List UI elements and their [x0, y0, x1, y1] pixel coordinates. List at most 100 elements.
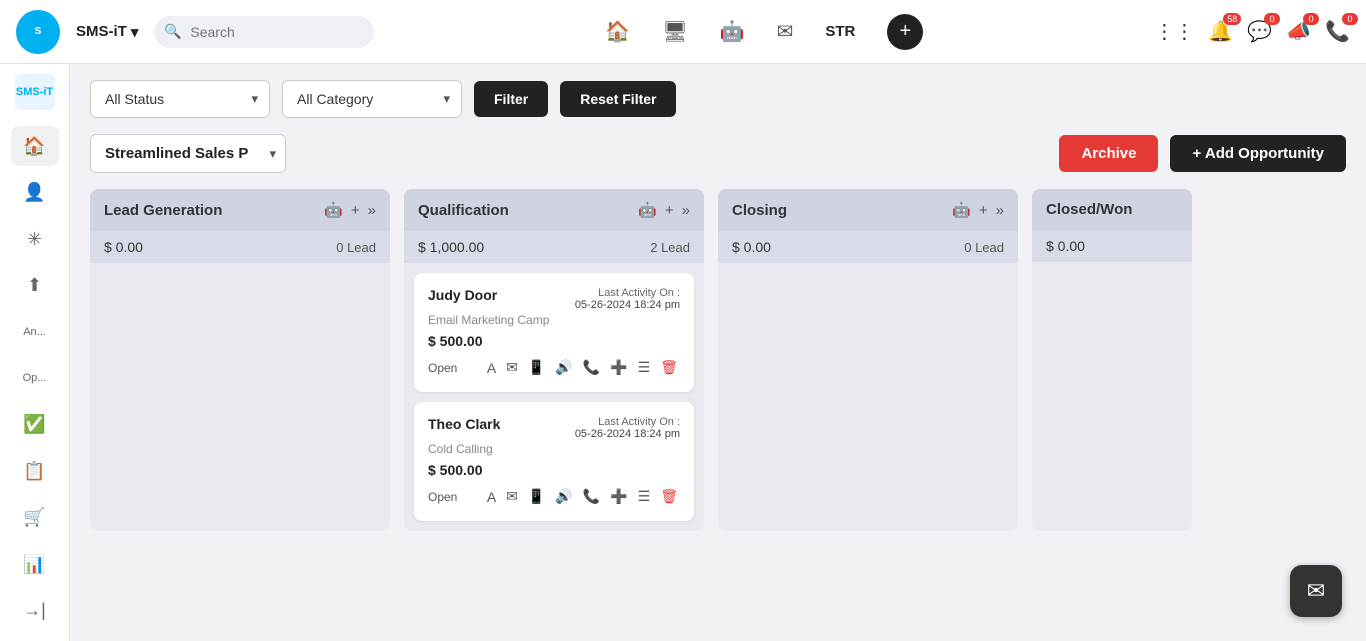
float-chat-button[interactable]: ✉: [1290, 565, 1342, 617]
card-action-sms-judy[interactable]: 📱: [526, 357, 547, 378]
broadcast-button[interactable]: 📣0: [1286, 19, 1311, 44]
card-action-text-judy[interactable]: A: [485, 358, 498, 378]
category-select[interactable]: All Category: [282, 80, 462, 118]
broadcast-badge: 0: [1303, 13, 1319, 25]
col-title-lead-generation: Lead Generation: [104, 202, 316, 219]
card-name-theo: Theo Clark: [428, 416, 500, 432]
column-lead-generation: Lead Generation 🤖 + » $ 0.00 0 Lead: [90, 189, 390, 531]
filter-button[interactable]: Filter: [474, 81, 548, 117]
shop-icon: 🛒: [23, 507, 45, 528]
card-action-email-theo[interactable]: ✉: [504, 486, 520, 507]
kanban-board: Lead Generation 🤖 + » $ 0.00 0 Lead Qual…: [90, 189, 1346, 541]
card-action-audio-theo[interactable]: 🔊: [553, 486, 574, 507]
card-action-email-judy[interactable]: ✉: [504, 357, 520, 378]
col-footer-lead-generation: $ 0.00 0 Lead: [90, 231, 390, 263]
grid-menu-button[interactable]: ⋮⋮: [1154, 19, 1194, 44]
brand-chevron: ▾: [131, 23, 139, 41]
column-qualification: Qualification 🤖 + » $ 1,000.00 2 Lead Ju…: [404, 189, 704, 531]
opportunities-icon: Op...: [23, 372, 47, 384]
card-activity-label-theo: Last Activity On :: [575, 416, 680, 428]
col-amount-closed-won: $ 0.00: [1046, 238, 1085, 254]
sidebar-item-charts[interactable]: 📊: [11, 544, 59, 584]
column-closing: Closing 🤖 + » $ 0.00 0 Lead: [718, 189, 1018, 531]
funnel-icon: ⬆: [27, 275, 42, 296]
col-title-closing: Closing: [732, 202, 944, 219]
card-action-list-judy[interactable]: ☰: [636, 357, 653, 378]
category-select-wrap: All Category ▾: [282, 80, 462, 118]
pipeline-select-wrap: Streamlined Sales P ▾: [90, 134, 286, 173]
search-wrapper: 🔍: [154, 16, 374, 48]
notifications-button[interactable]: 🔔58: [1208, 19, 1233, 44]
cards-qualification: Judy Door Last Activity On : 05-26-2024 …: [404, 263, 704, 521]
col-expand-btn-closing[interactable]: »: [996, 202, 1004, 219]
add-nav-button[interactable]: +: [887, 14, 923, 50]
col-robot-btn-lead[interactable]: 🤖: [324, 201, 343, 219]
card-source-theo: Cold Calling: [428, 442, 680, 456]
col-add-btn-lead[interactable]: +: [351, 202, 360, 219]
card-source-judy: Email Marketing Camp: [428, 313, 680, 327]
card-action-list-theo[interactable]: ☰: [636, 486, 653, 507]
col-robot-btn-qual[interactable]: 🤖: [638, 201, 657, 219]
card-amount-judy: $ 500.00: [428, 333, 680, 349]
reset-filter-button[interactable]: Reset Filter: [560, 81, 676, 117]
card-footer-theo: Open A ✉ 📱 🔊 📞 ➕ ☰ 🗑: [428, 486, 680, 507]
col-expand-btn-lead[interactable]: »: [368, 202, 376, 219]
charts-icon: 📊: [23, 554, 45, 575]
reports-icon: 📋: [23, 461, 45, 482]
archive-button[interactable]: Archive: [1059, 135, 1158, 172]
card-action-sms-theo[interactable]: 📱: [526, 486, 547, 507]
mail-nav-button[interactable]: ✉: [777, 19, 794, 44]
col-expand-btn-qual[interactable]: »: [682, 202, 690, 219]
user-icon: 👤: [23, 182, 45, 203]
card-action-call-theo[interactable]: 📞: [581, 486, 602, 507]
card-actions-judy: A ✉ 📱 🔊 📞 ➕ ☰ 🗑: [485, 357, 680, 378]
card-row1-theo: Theo Clark Last Activity On : 05-26-2024…: [428, 416, 680, 440]
robot-nav-button[interactable]: 🤖: [720, 19, 745, 44]
card-amount-theo: $ 500.00: [428, 462, 680, 478]
sidebar-item-opportunities[interactable]: Op...: [11, 358, 59, 398]
column-closed-won: Closed/Won $ 0.00: [1032, 189, 1192, 531]
nav-center-icons: 🏠 🖥 🤖 ✉ STR +: [390, 14, 1138, 50]
sidebar-item-home[interactable]: 🏠: [11, 126, 59, 166]
sidebar-item-analytics[interactable]: An...: [11, 312, 59, 352]
cards-lead-generation: [90, 263, 390, 273]
col-count-qual: 2 Lead: [650, 240, 690, 255]
card-action-delete-theo[interactable]: 🗑: [658, 486, 680, 507]
card-action-add-judy[interactable]: ➕: [608, 357, 629, 378]
card-action-add-theo[interactable]: ➕: [608, 486, 629, 507]
col-add-btn-closing[interactable]: +: [979, 202, 988, 219]
col-add-btn-qual[interactable]: +: [665, 202, 674, 219]
search-icon: 🔍: [164, 23, 181, 40]
sidebar-item-reports[interactable]: 📋: [11, 451, 59, 491]
sidebar-logo: SMS-iT: [15, 74, 55, 110]
card-action-call-judy[interactable]: 📞: [581, 357, 602, 378]
nav-right-icons: ⋮⋮ 🔔58 💬0 📣0 📞0: [1154, 19, 1350, 44]
card-action-audio-judy[interactable]: 🔊: [553, 357, 574, 378]
home-nav-button[interactable]: 🏠: [605, 19, 630, 44]
col-count-lead: 0 Lead: [336, 240, 376, 255]
card-action-text-theo[interactable]: A: [485, 487, 498, 507]
phone-badge: 0: [1342, 13, 1358, 25]
search-input[interactable]: [154, 16, 374, 48]
sidebar-item-shop[interactable]: 🛒: [11, 498, 59, 538]
sidebar-item-collapse[interactable]: →|: [11, 591, 59, 631]
chat-button[interactable]: 💬0: [1247, 19, 1272, 44]
card-action-delete-judy[interactable]: 🗑: [658, 357, 680, 378]
add-opportunity-button[interactable]: + Add Opportunity: [1170, 135, 1346, 172]
card-activity-info-judy: Last Activity On : 05-26-2024 18:24 pm: [575, 287, 680, 311]
phone-button[interactable]: 📞0: [1325, 19, 1350, 44]
tasks-icon: ✅: [23, 414, 45, 435]
col-header-lead-generation: Lead Generation 🤖 + »: [90, 189, 390, 231]
status-select[interactable]: All Status: [90, 80, 270, 118]
sidebar-item-funnel[interactable]: ⬆: [11, 265, 59, 305]
sidebar-item-network[interactable]: ✳: [11, 219, 59, 259]
card-activity-date-judy: 05-26-2024 18:24 pm: [575, 299, 680, 311]
app-brand[interactable]: SMS-iT ▾: [76, 23, 138, 41]
sidebar-item-tasks[interactable]: ✅: [11, 405, 59, 445]
col-robot-btn-closing[interactable]: 🤖: [952, 201, 971, 219]
chat-badge: 0: [1264, 13, 1280, 25]
network-icon: ✳: [27, 229, 42, 250]
sidebar-item-users[interactable]: 👤: [11, 172, 59, 212]
monitor-nav-button[interactable]: 🖥: [662, 19, 687, 44]
pipeline-select[interactable]: Streamlined Sales P: [90, 134, 286, 173]
